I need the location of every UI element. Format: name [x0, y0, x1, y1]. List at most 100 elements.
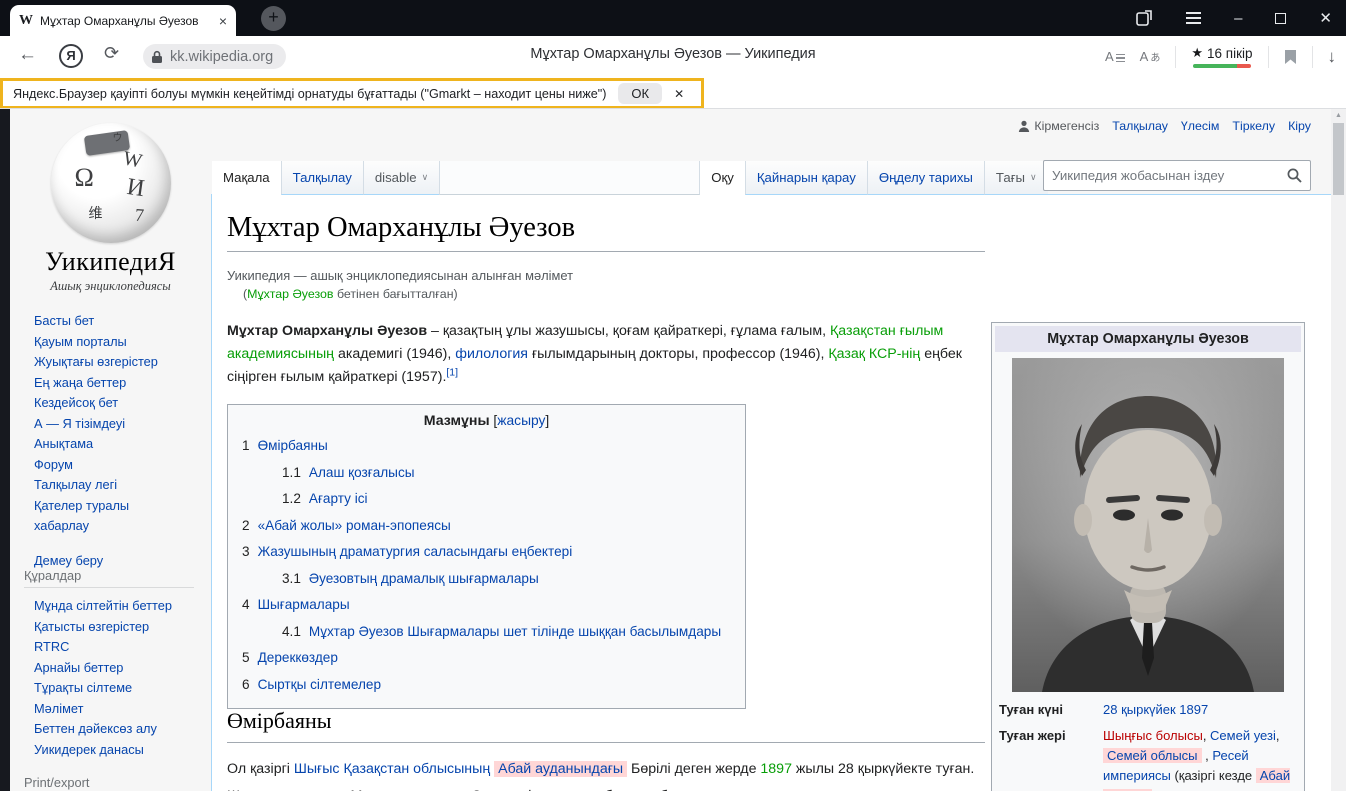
reader-mode-icon[interactable]: A: [1105, 49, 1125, 64]
yandex-logo-icon[interactable]: Я: [59, 44, 83, 68]
sidebar-item-rtrc[interactable]: RTRC: [34, 637, 204, 658]
rating-count: 16 пікір: [1207, 46, 1253, 61]
sidebar-item-random-page[interactable]: Кездейсоқ бет: [34, 393, 202, 414]
scrollbar[interactable]: ▲: [1331, 109, 1346, 791]
sidebar-item-community-portal[interactable]: Қауым порталы: [34, 332, 202, 353]
browser-window: W Мұхтар Омарханұлы Әуезов × + – ✕ ← Я ⟳…: [0, 0, 1346, 791]
sidebar-item-special-pages[interactable]: Арнайы беттер: [34, 658, 204, 679]
new-tab-button[interactable]: +: [261, 6, 286, 31]
biography-paragraph: Ол қазіргі Шығыс Қазақстан облысының Аба…: [227, 756, 975, 791]
url-text: kk.wikipedia.org: [170, 49, 273, 65]
browser-tab[interactable]: W Мұхтар Омарханұлы Әуезов ×: [10, 5, 236, 36]
infobox-value: Шыңғыс болысы, Семей уезі, Семей облысы …: [1103, 726, 1297, 791]
sidebar-item-cite-page[interactable]: Беттен дәйексөз алу: [34, 719, 204, 740]
chevron-down-icon: ∨: [422, 172, 429, 183]
sidebar-item-report-errors[interactable]: Қателер туралы хабарлау: [34, 496, 184, 537]
tab-read[interactable]: Оқу: [700, 161, 745, 195]
address-bar: ← Я ⟳ kk.wikipedia.org Мұхтар Омарханұлы…: [0, 36, 1346, 77]
wikipedia-globe-icon: Ω W И 7 维 ウ: [51, 123, 171, 243]
sidebar-item-related-changes[interactable]: Қатысты өзгерістер: [34, 617, 204, 638]
sidebar-item-permanent-link[interactable]: Тұрақты сілтеме: [34, 678, 204, 699]
portrait-photo[interactable]: [1012, 358, 1284, 692]
url-field[interactable]: kk.wikipedia.org: [143, 44, 286, 69]
sidebar-print-header: Print/export: [24, 775, 194, 791]
personal-contribs-link[interactable]: Үлесім: [1181, 119, 1219, 133]
infobox: Мұхтар Омарханұлы Әуезов: [991, 322, 1305, 791]
search-input[interactable]: [1044, 168, 1287, 183]
notification-close-icon[interactable]: ✕: [674, 87, 684, 101]
site-rating[interactable]: ★ 16 пікір: [1191, 45, 1252, 68]
back-icon[interactable]: ←: [18, 44, 37, 66]
maximize-icon[interactable]: [1275, 13, 1286, 24]
browser-tab-bar: W Мұхтар Омарханұлы Әуезов × + – ✕: [0, 0, 1346, 36]
address-bar-page-title: Мұхтар Омарханұлы Әуезов — Уикипедия: [363, 46, 983, 62]
personal-tools: Кірмегенсіз Талқылау Үлесім Тіркелу Кіру: [1018, 119, 1311, 133]
window-controls: – ✕: [1136, 0, 1332, 36]
chevron-down-icon: ∨: [1030, 172, 1037, 183]
wikipedia-favicon-icon: W: [19, 13, 33, 29]
sidebar-tools-header: Құралдар: [24, 568, 194, 588]
toc-item[interactable]: 3Жазушының драматургия саласындағы еңбек…: [242, 539, 731, 566]
star-icon: ★: [1191, 45, 1203, 61]
menu-icon[interactable]: [1186, 9, 1201, 27]
sidebar-item-help[interactable]: Анықтама: [34, 434, 202, 455]
sidebar-item-discussion-feed[interactable]: Талқылау легі: [34, 475, 202, 496]
browser-side-strip[interactable]: [0, 109, 10, 791]
window-close-icon[interactable]: ✕: [1319, 9, 1332, 27]
site-subtitle: Уикипедия — ашық энциклопедиясынан алынғ…: [227, 268, 573, 283]
lock-icon: [151, 50, 163, 64]
infobox-title: Мұхтар Омарханұлы Әуезов: [995, 326, 1301, 352]
infobox-value: 28 қыркүйек 1897: [1103, 700, 1297, 720]
sidebar-item-az-index[interactable]: А — Я тізімдеуі: [34, 414, 202, 435]
toc-hide-toggle[interactable]: [жасыру]: [493, 413, 549, 428]
tab-article[interactable]: Мақала: [212, 161, 281, 195]
bookmark-icon[interactable]: [1284, 49, 1297, 65]
sidebar-item-wikidata-item[interactable]: Уикидерек данасы: [34, 740, 204, 761]
infobox-row-birthplace: Туған жері Шыңғыс болысы, Семей уезі, Се…: [995, 723, 1301, 791]
redirect-note: (Мұхтар Әуезов бетінен бағытталған): [243, 287, 458, 301]
scrollbar-up-icon[interactable]: ▲: [1331, 112, 1346, 119]
tab-history[interactable]: Өңделу тарихы: [867, 161, 984, 195]
toc-item[interactable]: 4.1Мұхтар Әуезов Шығармалары шет тілінде…: [242, 619, 731, 646]
tab-talk[interactable]: Талқылау: [281, 161, 363, 195]
scrollbar-thumb[interactable]: [1333, 123, 1344, 195]
sidebar-item-new-pages[interactable]: Ең жаңа беттер: [34, 373, 202, 394]
article-body: Мұхтар Омарханұлы Әуезов Уикипедия — ашы…: [211, 194, 1331, 791]
toc-item[interactable]: 1.1Алаш қозғалысы: [242, 460, 731, 487]
refresh-icon[interactable]: ⟳: [104, 43, 119, 64]
toc-item[interactable]: 5Дереккөздер: [242, 645, 731, 672]
tab-close-icon[interactable]: ×: [219, 14, 227, 28]
infobox-label: Туған жері: [999, 726, 1103, 791]
article-tabs: Мақала Талқылау disable ∨ Оқу Қайнарын қ…: [212, 161, 1048, 195]
toc-item[interactable]: 2«Абай жолы» роман-эпопеясы: [242, 513, 731, 540]
minimize-icon[interactable]: –: [1234, 10, 1242, 27]
tab-view-source[interactable]: Қайнарын қарау: [745, 161, 867, 195]
logo-tagline: Ашық энциклопедиясы: [10, 279, 211, 294]
toc-item[interactable]: 4Шығармалары: [242, 592, 731, 619]
sidebar-item-what-links-here[interactable]: Мұнда сілтейтін беттер: [34, 596, 204, 617]
search-icon[interactable]: [1287, 168, 1302, 183]
sidebar-item-recent-changes[interactable]: Жуықтағы өзгерістер: [34, 352, 202, 373]
sidebar-item-main-page[interactable]: Басты бет: [34, 311, 202, 332]
personal-talk-link[interactable]: Талқылау: [1112, 119, 1168, 133]
notification-ok-button[interactable]: ОК: [618, 83, 662, 104]
toc-item[interactable]: 1.2Ағарту ісі: [242, 486, 731, 513]
sidebar-tools: Мұнда сілтейтін беттер Қатысты өзгерісте…: [34, 596, 204, 760]
infobox-row-birthdate: Туған күні 28 қыркүйек 1897: [995, 697, 1301, 723]
sidebar-item-forum[interactable]: Форум: [34, 455, 202, 476]
tab-disable-dropdown[interactable]: disable ∨: [363, 161, 439, 195]
personal-register-link[interactable]: Тіркелу: [1232, 119, 1275, 133]
toc-item[interactable]: 3.1Әуезовтың драмалық шығармалары: [242, 566, 731, 593]
side-panel-icon[interactable]: [1136, 10, 1153, 27]
translate-icon[interactable]: A あ: [1140, 49, 1161, 64]
toc-item[interactable]: 1Өмірбаяны: [242, 433, 731, 460]
logo-wordmark: УикипедиЯ: [10, 247, 211, 277]
user-status: Кірмегенсіз: [1018, 119, 1099, 133]
address-bar-tools: A A あ ★ 16 пікір ↓: [1105, 41, 1336, 72]
tab-more-dropdown[interactable]: Тағы ∨: [984, 161, 1048, 195]
toc-item[interactable]: 6Сыртқы сілтемелер: [242, 672, 731, 699]
download-icon[interactable]: ↓: [1328, 47, 1337, 67]
personal-login-link[interactable]: Кіру: [1288, 119, 1311, 133]
sidebar-item-page-info[interactable]: Мәлімет: [34, 699, 204, 720]
wikipedia-logo[interactable]: Ω W И 7 维 ウ УикипедиЯ Ашық энциклопедияс…: [10, 121, 211, 294]
